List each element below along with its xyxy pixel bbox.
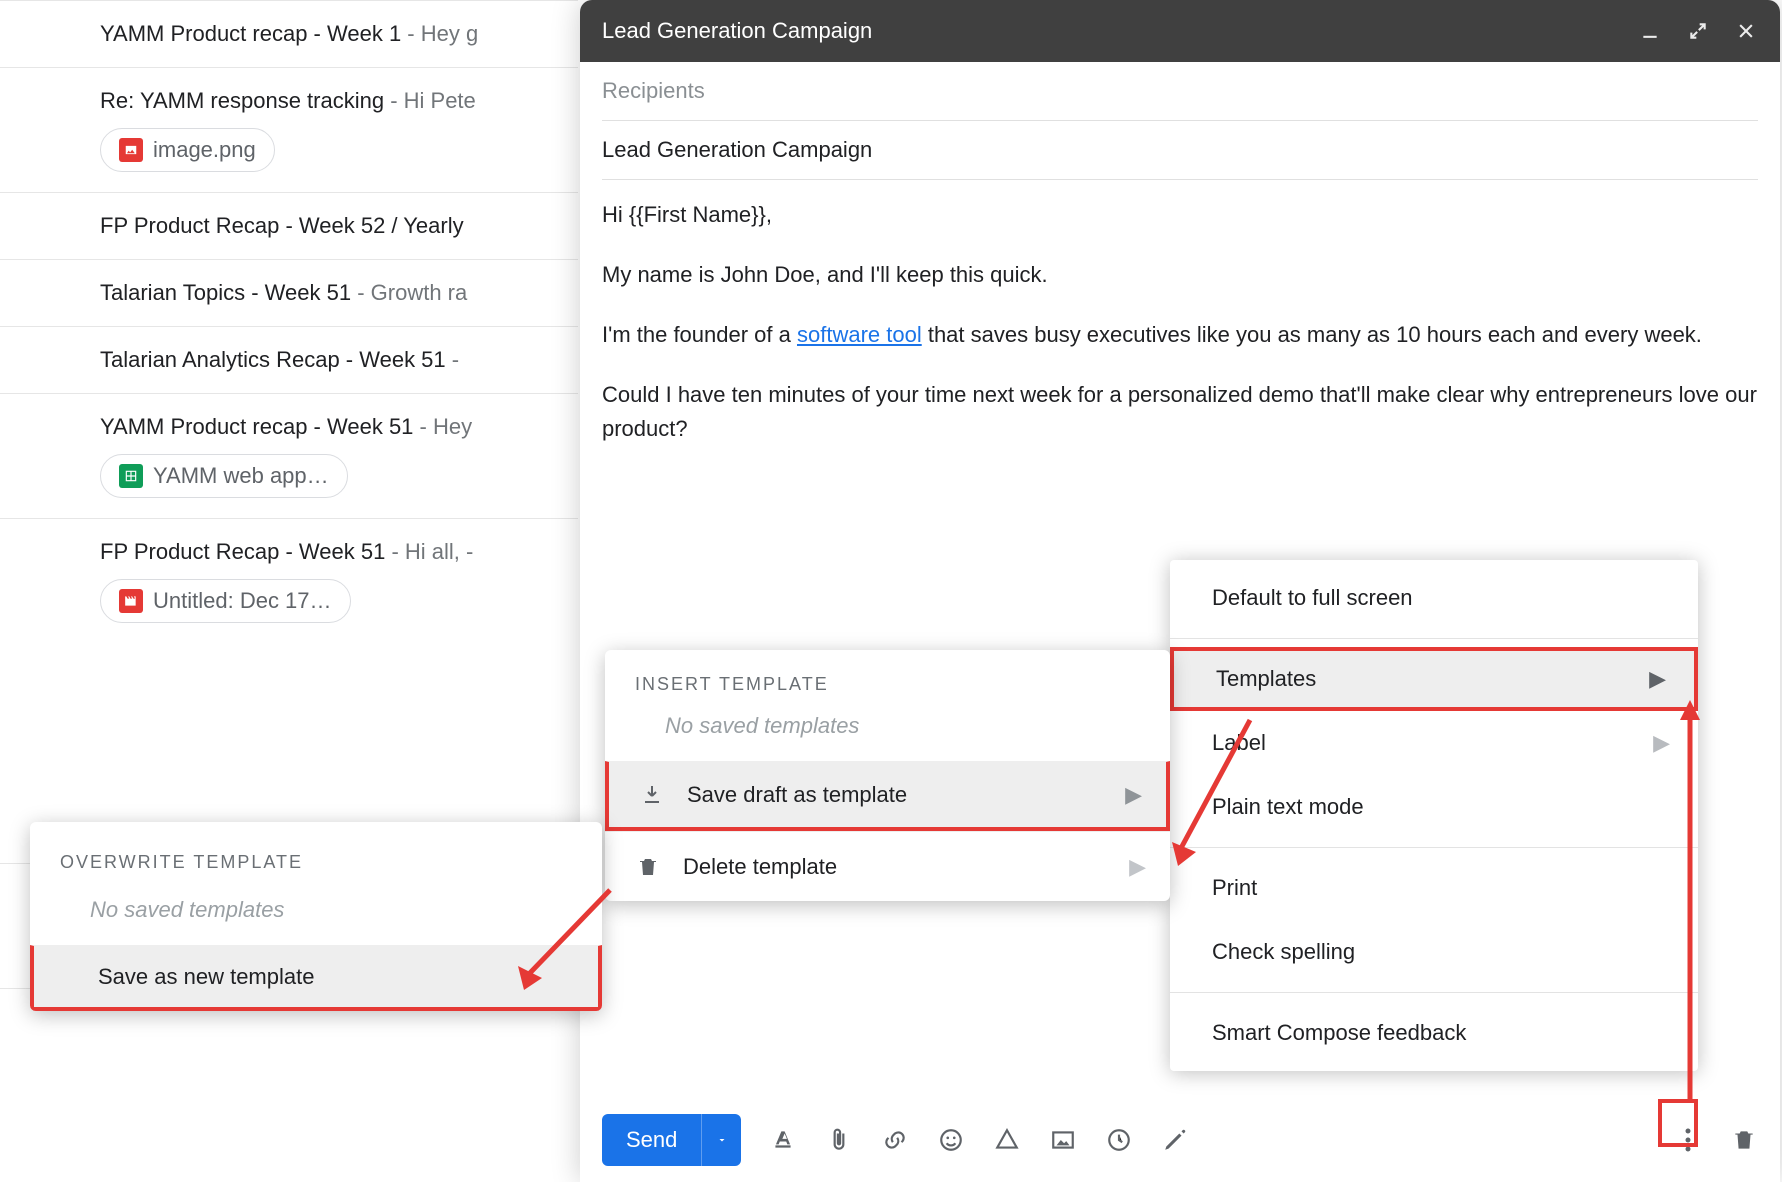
inbox-row[interactable]: YAMM Product recap - Week 51 - Hey YAMM … bbox=[0, 393, 578, 518]
compose-body-text[interactable]: Hi {{First Name}}, My name is John Doe, … bbox=[602, 180, 1758, 490]
confidential-icon[interactable] bbox=[1105, 1126, 1133, 1154]
fullscreen-icon[interactable] bbox=[1686, 19, 1710, 43]
more-options-highlight bbox=[1658, 1099, 1698, 1147]
save-as-new-template[interactable]: Save as new template bbox=[30, 945, 602, 1011]
delete-template-label: Delete template bbox=[683, 854, 837, 880]
save-new-label: Save as new template bbox=[98, 964, 314, 990]
sheets-icon bbox=[119, 464, 143, 488]
attach-icon[interactable] bbox=[825, 1126, 853, 1154]
chip-label: YAMM web app… bbox=[153, 463, 329, 489]
inbox-row[interactable]: Talarian Analytics Recap - Week 51 - bbox=[0, 326, 578, 393]
inbox-row[interactable]: FP Product Recap - Week 51 - Hi all, - U… bbox=[0, 518, 578, 643]
save-draft-label: Save draft as template bbox=[687, 782, 907, 808]
link-icon[interactable] bbox=[881, 1126, 909, 1154]
attachment-chip[interactable]: image.png bbox=[100, 128, 275, 172]
chip-label: Untitled: Dec 17… bbox=[153, 588, 332, 614]
menu-label[interactable]: Label ▶ bbox=[1170, 711, 1698, 775]
insert-template-header: INSERT TEMPLATE bbox=[605, 650, 1170, 707]
chevron-right-icon: ▶ bbox=[1125, 782, 1142, 808]
inbox-row[interactable]: YAMM Product recap - Week 1 - Hey g bbox=[0, 0, 578, 67]
body-line3: Could I have ten minutes of your time ne… bbox=[602, 378, 1758, 446]
subject: YAMM Product recap - Week 1 bbox=[100, 21, 401, 46]
image-icon bbox=[119, 138, 143, 162]
no-saved-templates: No saved templates bbox=[30, 887, 602, 945]
subject: Re: YAMM response tracking bbox=[100, 88, 384, 113]
chevron-right-icon: ▶ bbox=[1129, 854, 1146, 880]
inbox-row[interactable]: FP Product Recap - Week 52 / Yearly bbox=[0, 192, 578, 259]
templates-submenu: INSERT TEMPLATE No saved templates Save … bbox=[605, 650, 1170, 901]
emoji-icon[interactable] bbox=[937, 1126, 965, 1154]
subject: Talarian Analytics Recap - Week 51 bbox=[100, 347, 446, 372]
save-draft-as-template[interactable]: Save draft as template ▶ bbox=[605, 761, 1170, 831]
minimize-icon[interactable] bbox=[1638, 19, 1662, 43]
delete-template[interactable]: Delete template ▶ bbox=[605, 831, 1170, 901]
discard-draft-icon[interactable] bbox=[1730, 1126, 1758, 1154]
formatting-icon[interactable] bbox=[769, 1126, 797, 1154]
software-tool-link[interactable]: software tool bbox=[797, 322, 922, 347]
menu-print[interactable]: Print bbox=[1170, 856, 1698, 920]
body-line1: My name is John Doe, and I'll keep this … bbox=[602, 258, 1758, 292]
subject: FP Product Recap - Week 52 / Yearly bbox=[100, 213, 464, 238]
subject: YAMM Product recap - Week 51 bbox=[100, 414, 413, 439]
chevron-right-icon: ▶ bbox=[1653, 730, 1670, 756]
chip-label: image.png bbox=[153, 137, 256, 163]
body-line2: I'm the founder of a software tool that … bbox=[602, 318, 1758, 352]
snippet: - Growth ra bbox=[351, 280, 467, 305]
download-icon bbox=[639, 782, 665, 808]
subject: Talarian Topics - Week 51 bbox=[100, 280, 351, 305]
chevron-right-icon: ▶ bbox=[1649, 666, 1666, 692]
body-greeting: Hi {{First Name}}, bbox=[602, 198, 1758, 232]
send-button[interactable]: Send bbox=[602, 1114, 741, 1166]
recipients-field[interactable]: Recipients bbox=[602, 62, 1758, 121]
menu-templates[interactable]: Templates ▶ bbox=[1170, 647, 1698, 711]
snippet: - Hi Pete bbox=[384, 88, 476, 113]
inbox-row[interactable]: Re: YAMM response tracking - Hi Pete ima… bbox=[0, 67, 578, 192]
menu-check-spelling[interactable]: Check spelling bbox=[1170, 920, 1698, 984]
drive-icon[interactable] bbox=[993, 1126, 1021, 1154]
attachment-chip[interactable]: YAMM web app… bbox=[100, 454, 348, 498]
snippet: - bbox=[446, 347, 459, 372]
photo-icon[interactable] bbox=[1049, 1126, 1077, 1154]
inbox-row[interactable]: Talarian Topics - Week 51 - Growth ra bbox=[0, 259, 578, 326]
snippet: - Hey bbox=[413, 414, 472, 439]
overwrite-header: OVERWRITE TEMPLATE bbox=[30, 822, 602, 887]
attachment-chip[interactable]: Untitled: Dec 17… bbox=[100, 579, 351, 623]
snippet: - Hey g bbox=[401, 21, 478, 46]
close-icon[interactable] bbox=[1734, 19, 1758, 43]
send-label[interactable]: Send bbox=[602, 1127, 701, 1153]
compose-title: Lead Generation Campaign bbox=[602, 18, 872, 44]
menu-smart-compose[interactable]: Smart Compose feedback bbox=[1170, 1001, 1698, 1065]
more-options-menu: Default to full screen Templates ▶ Label… bbox=[1170, 560, 1698, 1071]
menu-default-fullscreen[interactable]: Default to full screen bbox=[1170, 566, 1698, 630]
no-saved-templates: No saved templates bbox=[605, 707, 1170, 761]
compose-toolbar: Send bbox=[602, 1110, 1758, 1170]
compose-header: Lead Generation Campaign bbox=[580, 0, 1780, 62]
pen-icon[interactable] bbox=[1161, 1126, 1189, 1154]
overwrite-submenu: OVERWRITE TEMPLATE No saved templates Sa… bbox=[30, 822, 602, 1011]
subject-field[interactable]: Lead Generation Campaign bbox=[602, 121, 1758, 180]
subject: FP Product Recap - Week 51 bbox=[100, 539, 385, 564]
trash-icon bbox=[635, 854, 661, 880]
movie-icon bbox=[119, 589, 143, 613]
menu-plain-text[interactable]: Plain text mode bbox=[1170, 775, 1698, 839]
send-more-button[interactable] bbox=[701, 1114, 741, 1166]
snippet: - Hi all, - bbox=[385, 539, 473, 564]
